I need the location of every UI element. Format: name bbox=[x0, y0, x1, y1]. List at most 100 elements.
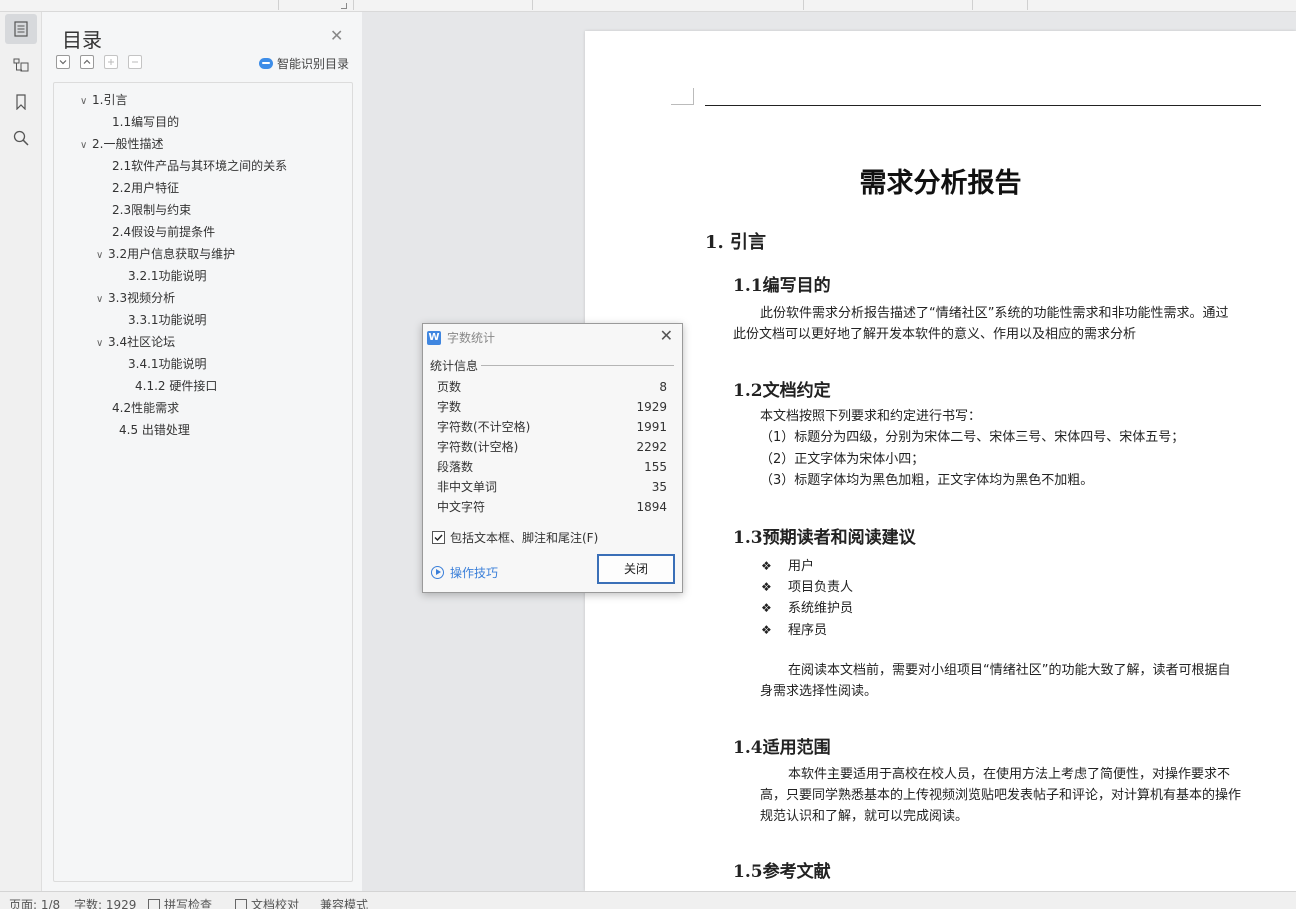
toc-item[interactable]: 3.4.1功能说明 bbox=[128, 355, 207, 373]
check-icon bbox=[148, 899, 160, 909]
ribbon-separator bbox=[972, 0, 973, 10]
close-icon[interactable]: ✕ bbox=[330, 28, 343, 44]
side-icon-rail bbox=[0, 12, 42, 891]
toc-toolbar bbox=[56, 55, 142, 69]
chevron-down-icon[interactable]: ∨ bbox=[96, 291, 108, 309]
smart-toc-button[interactable]: 智能识别目录 bbox=[258, 55, 349, 72]
chevron-down-icon[interactable]: ∨ bbox=[80, 93, 92, 111]
ribbon-separator bbox=[532, 0, 533, 10]
paragraph-line: 身需求选择性阅读。 bbox=[760, 684, 878, 699]
heading-2: 1.4适用范围 bbox=[733, 738, 831, 758]
list-item: ❖ 用户 bbox=[761, 559, 815, 574]
word-count-indicator[interactable]: 字数: 1929 bbox=[74, 898, 136, 909]
document-page[interactable]: 需求分析报告 1. 引言 1.1编写目的 此份软件需求分析报告描述了“情绪社区”… bbox=[585, 31, 1296, 891]
toc-panel-icon[interactable] bbox=[5, 14, 37, 44]
paragraph-line: 高，只要同学熟悉基本的上传视频浏览贴吧发表帖子和评论，对计算机有基本的操作 bbox=[760, 788, 1242, 803]
collapse-all-icon[interactable] bbox=[56, 55, 70, 69]
paragraph-line: 此份文档可以更好地了解开发本软件的意义、作用以及相应的需求分析 bbox=[733, 327, 1137, 342]
toc-item[interactable]: 4.5 出错处理 bbox=[119, 421, 190, 439]
heading-2: 1.5参考文献 bbox=[733, 862, 831, 882]
diamond-bullet-icon: ❖ bbox=[761, 623, 772, 637]
paragraph-line: 规范认识和了解，就可以完成阅读。 bbox=[760, 809, 969, 824]
toc-item[interactable]: 2.4假设与前提条件 bbox=[112, 223, 215, 241]
paragraph-line: 此份软件需求分析报告描述了“情绪社区”系统的功能性需求和非功能性需求。通过 bbox=[760, 306, 1229, 321]
ribbon-dialog-launcher-icon[interactable] bbox=[341, 3, 347, 9]
diamond-bullet-icon: ❖ bbox=[761, 559, 772, 573]
diamond-bullet-icon: ❖ bbox=[761, 601, 772, 615]
toc-item[interactable]: 3.3.1功能说明 bbox=[128, 311, 207, 329]
stat-row: 字符数(不计空格) 1991 bbox=[437, 420, 667, 434]
tips-label: 操作技巧 bbox=[450, 566, 499, 580]
toc-item[interactable]: 3.2.1功能说明 bbox=[128, 267, 207, 285]
spell-check-toggle[interactable]: 拼写检查 bbox=[148, 898, 212, 909]
tips-link[interactable]: 操作技巧 bbox=[431, 564, 498, 581]
smart-toc-label: 智能识别目录 bbox=[276, 57, 349, 71]
smart-toc-icon bbox=[258, 58, 273, 69]
toc-item[interactable]: 2.3限制与约束 bbox=[112, 201, 191, 219]
checkbox-label: 包括文本框、脚注和尾注(F) bbox=[450, 531, 599, 545]
compat-mode-label: 兼容模式 bbox=[320, 898, 369, 909]
word-count-dialog: W 字数统计 ✕ 统计信息 页数 8 字数 1929 字符数(不计空格) 1991 字… bbox=[422, 323, 683, 593]
paragraph-line: 本软件主要适用于高校在校人员，在使用方法上考虑了简便性，对操作要求不 bbox=[788, 767, 1231, 782]
toc-panel-title: 目录 bbox=[62, 28, 102, 52]
stat-row: 段落数 155 bbox=[437, 460, 667, 474]
toc-item[interactable]: 2.1软件产品与其环境之间的关系 bbox=[112, 157, 287, 175]
toc-item[interactable]: 4.1.2 硬件接口 bbox=[135, 377, 217, 395]
toc-item[interactable]: 4.2性能需求 bbox=[112, 399, 179, 417]
close-box-icon bbox=[235, 899, 247, 909]
ribbon-separator bbox=[1027, 0, 1028, 10]
paragraph-line: 在阅读本文档前，需要对小组项目“情绪社区”的功能大致了解，读者可根据自 bbox=[788, 663, 1231, 678]
search-icon[interactable] bbox=[5, 123, 37, 153]
diamond-bullet-icon: ❖ bbox=[761, 580, 772, 594]
toc-item[interactable]: ∨ 3.2用户信息获取与维护 bbox=[96, 245, 235, 263]
stats-section-label: 统计信息 bbox=[430, 359, 479, 373]
remove-heading-icon[interactable] bbox=[128, 55, 142, 69]
ribbon-edge bbox=[0, 0, 1296, 12]
list-item: ❖ 项目负责人 bbox=[761, 580, 854, 595]
outline-tree-icon[interactable] bbox=[5, 50, 37, 80]
bookmark-icon[interactable] bbox=[5, 87, 37, 117]
ribbon-separator bbox=[278, 0, 279, 10]
heading-2: 1.3预期读者和阅读建议 bbox=[733, 528, 916, 548]
include-textbox-checkbox[interactable]: 包括文本框、脚注和尾注(F) bbox=[432, 529, 598, 546]
checkbox-checked-icon[interactable] bbox=[432, 531, 445, 544]
toc-list: ∨ 1.引言 1.1编写目的 ∨ 2.一般性描述 2.1软件产品与其环境之间的关系 … bbox=[53, 82, 353, 882]
ribbon-separator bbox=[803, 0, 804, 10]
toc-item[interactable]: ∨ 3.3视频分析 bbox=[96, 289, 175, 307]
ribbon-separator bbox=[353, 0, 354, 10]
margin-corner-mark bbox=[671, 88, 694, 105]
stat-row: 页数 8 bbox=[437, 380, 667, 394]
toc-item[interactable]: ∨ 1.引言 bbox=[80, 91, 127, 109]
toc-item[interactable]: 1.1编写目的 bbox=[112, 113, 179, 131]
stat-row: 中文字符 1894 bbox=[437, 500, 667, 514]
add-heading-icon[interactable] bbox=[104, 55, 118, 69]
list-item: ❖ 程序员 bbox=[761, 623, 828, 638]
stat-row: 字符数(计空格) 2292 bbox=[437, 440, 667, 454]
dialog-titlebar: W 字数统计 bbox=[427, 329, 495, 346]
paragraph-line: （3）标题字体均为黑色加粗，正文字体均为黑色不加粗。 bbox=[760, 473, 1094, 488]
chevron-down-icon[interactable]: ∨ bbox=[96, 247, 108, 265]
toc-item[interactable]: ∨ 3.4社区论坛 bbox=[96, 333, 175, 351]
heading-1: 1. 引言 bbox=[705, 232, 767, 253]
paragraph-line: 本文档按照下列要求和约定进行书写： bbox=[760, 409, 982, 424]
toc-item[interactable]: 2.2用户特征 bbox=[112, 179, 179, 197]
play-icon bbox=[431, 566, 444, 579]
header-rule bbox=[705, 105, 1261, 106]
close-icon[interactable]: ✕ bbox=[660, 328, 673, 344]
stat-row: 字数 1929 bbox=[437, 400, 667, 414]
expand-all-icon[interactable] bbox=[80, 55, 94, 69]
document-title: 需求分析报告 bbox=[859, 168, 1022, 199]
page-indicator[interactable]: 页面: 1/8 bbox=[9, 898, 60, 909]
status-bar: 页面: 1/8 字数: 1929 拼写检查 文档校对 兼容模式 bbox=[0, 891, 1296, 909]
dialog-title: 字数统计 bbox=[447, 331, 496, 345]
list-item: ❖ 系统维护员 bbox=[761, 601, 854, 616]
proofread-toggle[interactable]: 文档校对 bbox=[235, 898, 299, 909]
chevron-down-icon[interactable]: ∨ bbox=[80, 137, 92, 155]
toc-panel: 目录 ✕ 智能识别目录 ∨ 1.引言 1.1编写目的 ∨ 2.一般性描述 2.1软件… bbox=[42, 12, 362, 891]
heading-2: 1.1编写目的 bbox=[733, 276, 831, 296]
section-divider bbox=[481, 365, 674, 366]
heading-2: 1.2文档约定 bbox=[733, 381, 831, 401]
close-button[interactable]: 关闭 bbox=[597, 554, 675, 584]
chevron-down-icon[interactable]: ∨ bbox=[96, 335, 108, 353]
toc-item[interactable]: ∨ 2.一般性描述 bbox=[80, 135, 163, 153]
